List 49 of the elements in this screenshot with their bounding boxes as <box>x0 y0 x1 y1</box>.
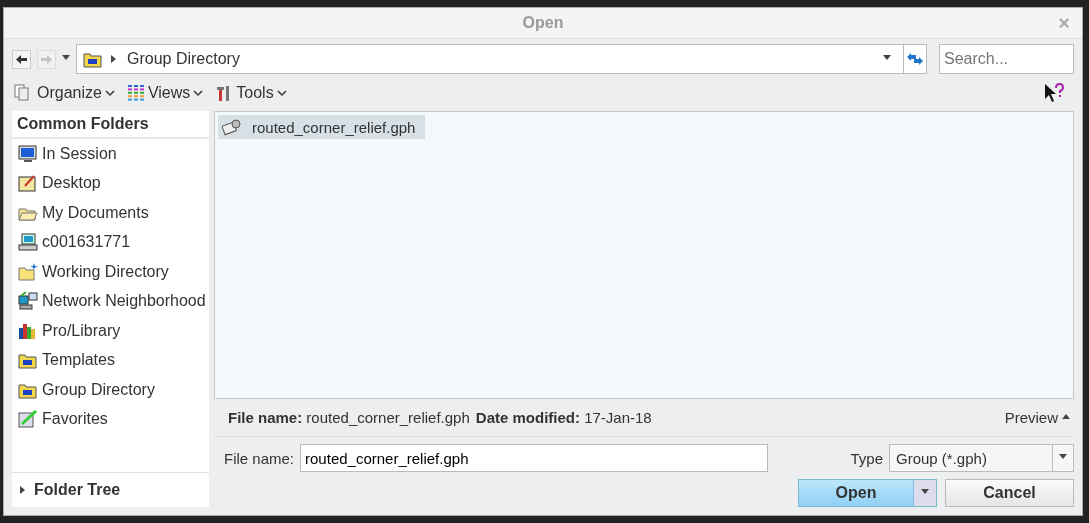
toolbar-menu-button[interactable]: Views <box>124 84 206 102</box>
cancel-button[interactable]: Cancel <box>945 479 1074 507</box>
sidebar-item[interactable]: c001631771 <box>12 227 209 257</box>
window-title: Open <box>522 14 564 32</box>
sidebar-item[interactable]: Working Directory <box>12 257 209 287</box>
back-arrow-icon <box>16 54 27 64</box>
favorites-icon <box>18 410 38 429</box>
refresh-button[interactable] <box>903 45 926 73</box>
sidebar-title: Common Folders <box>12 111 209 139</box>
open-button[interactable]: Open <box>798 479 937 507</box>
monitor-icon <box>18 144 38 163</box>
chevron-icon <box>276 89 287 97</box>
file-info-text: File name: routed_corner_relief.gph <box>228 409 470 426</box>
refresh-arrows-icon <box>906 52 924 66</box>
forward-arrow-icon <box>41 54 52 64</box>
chevron-icon <box>104 89 115 97</box>
sidebar-item[interactable]: Pro/Library <box>12 316 209 346</box>
desktop-icon <box>18 174 38 193</box>
back-button[interactable] <box>12 49 31 69</box>
gear-file-icon <box>222 118 242 136</box>
toolbar-menu-button[interactable]: Organize <box>12 84 117 102</box>
folder-star-icon <box>18 262 38 281</box>
file-item[interactable]: routed_corner_relief.gph <box>218 115 426 139</box>
search-field[interactable]: Search... <box>939 44 1074 74</box>
date-modified-text: Date modified: 17-Jan-18 <box>475 409 652 426</box>
file-name-field[interactable]: routed_corner_relief.gph <box>300 444 769 473</box>
sidebar-item[interactable]: Network Neighborhood <box>12 286 209 316</box>
sidebar-item[interactable]: In Session <box>12 139 209 169</box>
help-cursor-icon[interactable] <box>1044 83 1064 103</box>
file-name-label: File name: <box>224 449 295 467</box>
type-label: Type <box>850 449 883 467</box>
folder-icon <box>18 351 38 370</box>
sidebar-item[interactable]: Group Directory <box>12 375 209 405</box>
sidebar-item[interactable]: Favorites <box>12 404 209 434</box>
sidebar-item[interactable]: My Documents <box>12 198 209 228</box>
type-dropdown[interactable]: Group (*.gph) <box>889 444 1074 473</box>
folder-icon <box>83 50 103 68</box>
books-icon <box>18 321 38 340</box>
chevron-icon <box>193 89 204 97</box>
grid-icon <box>126 84 145 102</box>
preview-toggle[interactable]: Preview <box>1004 409 1070 426</box>
path-field[interactable]: Group Directory <box>76 44 927 74</box>
collapse-arrow-icon <box>1062 413 1070 422</box>
toolbar-menu-button[interactable]: Tools <box>213 84 289 102</box>
computer-icon <box>18 233 38 252</box>
sidebar-item[interactable]: Templates <box>12 345 209 375</box>
network-icon <box>18 292 38 311</box>
sidebar-item[interactable]: Desktop <box>12 168 209 198</box>
folder-tree-toggle[interactable]: Folder Tree <box>12 472 209 507</box>
